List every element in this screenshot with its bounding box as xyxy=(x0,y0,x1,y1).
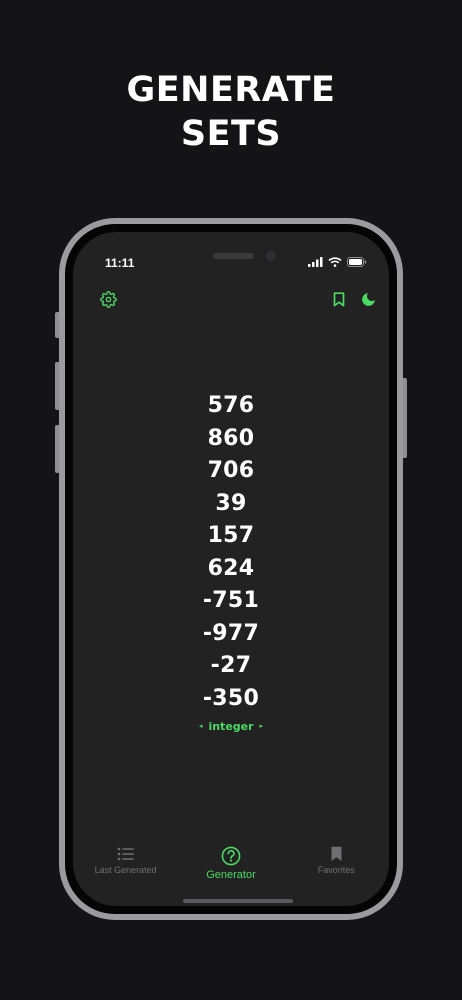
generated-number: -27 xyxy=(210,653,252,678)
generated-number: 576 xyxy=(207,393,255,418)
battery-icon xyxy=(347,257,367,267)
front-camera xyxy=(266,251,276,261)
save-bookmark-button[interactable] xyxy=(328,288,350,310)
headline-line-2: SETS xyxy=(180,114,282,154)
home-indicator[interactable] xyxy=(183,899,293,903)
generated-number: -977 xyxy=(202,620,260,646)
list-icon xyxy=(117,847,134,861)
app-screen: 11:11 576 860 706 39 157 624 -751 -977 -… xyxy=(73,232,389,906)
dark-mode-toggle[interactable] xyxy=(357,288,379,310)
generated-number: 157 xyxy=(207,523,255,548)
generated-number: -751 xyxy=(202,588,260,613)
tab-label: Last Generated xyxy=(94,865,157,875)
headline: GENERATE SETS xyxy=(0,68,462,156)
generated-numbers: 576 860 706 39 157 624 -751 -977 -27 -35… xyxy=(73,390,389,733)
tab-last-generated[interactable]: Last Generated xyxy=(76,846,176,886)
number-type-label: integer xyxy=(208,719,254,733)
tab-favorites[interactable]: Favorites xyxy=(286,846,386,886)
gear-icon xyxy=(99,290,117,308)
generated-number: -350 xyxy=(202,685,260,711)
generated-number: 860 xyxy=(207,425,255,451)
settings-button[interactable] xyxy=(97,288,119,310)
speaker-grille xyxy=(213,253,254,259)
next-type-arrow[interactable]: ▸ xyxy=(260,722,264,730)
generated-number: 706 xyxy=(207,458,255,483)
moon-icon xyxy=(361,292,375,306)
wifi-icon xyxy=(328,257,342,267)
previous-type-arrow[interactable]: ◂ xyxy=(199,722,203,730)
tab-generator[interactable]: Generator xyxy=(181,846,281,886)
tab-bar: Last Generated Generator Favorites xyxy=(73,846,389,886)
number-type-selector[interactable]: ◂ integer ▸ xyxy=(199,720,263,733)
bookmark-icon xyxy=(333,291,345,306)
headline-line-1: GENERATE xyxy=(126,70,336,110)
phone-frame: 11:11 576 860 706 39 157 624 -751 -977 -… xyxy=(59,218,403,920)
tab-label: Generator xyxy=(206,869,256,881)
status-time: 11:11 xyxy=(105,256,135,270)
question-circle-icon xyxy=(221,846,241,866)
tab-label: Favorites xyxy=(317,865,355,875)
signal-icon xyxy=(308,257,323,267)
generated-number: 39 xyxy=(215,490,247,516)
phone-bezel: 11:11 576 860 706 39 157 624 -751 -977 -… xyxy=(65,224,397,914)
status-icons xyxy=(308,257,367,267)
generated-number: 624 xyxy=(207,555,255,581)
bookmark-icon xyxy=(331,846,342,861)
